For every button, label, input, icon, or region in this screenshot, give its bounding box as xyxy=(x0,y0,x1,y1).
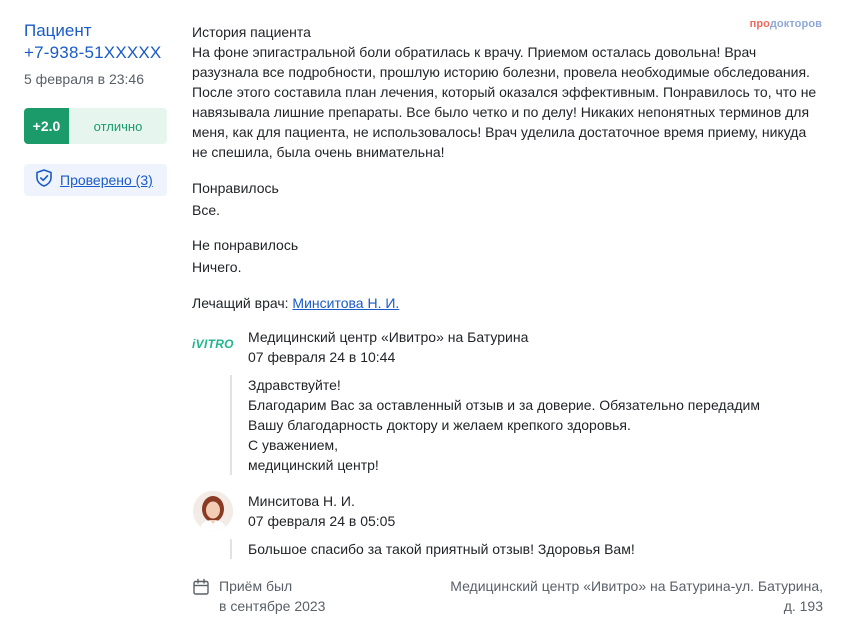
clinic-reply: iVITRO Медицинский центр «Ивитро» на Бат… xyxy=(192,327,822,475)
disliked-title: Не понравилось xyxy=(192,237,299,253)
clinic-reply-line: Благодарим Вас за оставленный отзыв и за… xyxy=(248,397,761,413)
disliked-section: Не понравилось Ничего. xyxy=(192,235,822,277)
rating-badge: +2.0 отлично xyxy=(24,108,167,144)
clinic-reply-line: медицинский центр! xyxy=(248,457,379,473)
clinic-reply-date: 07 февраля 24 в 10:44 xyxy=(248,349,396,365)
clinic-reply-line: С уважением, xyxy=(248,437,339,453)
liked-section: Понравилось Все. xyxy=(192,178,822,220)
doctor-reply: Минситова Н. И. 07 февраля 24 в 05:05 Бо… xyxy=(192,491,822,559)
clinic-reply-header: Медицинский центр «Ивитро» на Батурина 0… xyxy=(248,327,822,367)
visit-line-1: Приём был xyxy=(219,578,293,594)
visit-info: Приём был в сентябре 2023 xyxy=(192,576,325,616)
address-line-1: Медицинский центр «Ивитро» на Батурина-у… xyxy=(450,578,823,594)
clinic-reply-line: Вашу благодарность доктору и желаем креп… xyxy=(248,417,631,433)
visit-date: Приём был в сентябре 2023 xyxy=(219,576,325,616)
liked-text: Все. xyxy=(192,202,221,218)
clinic-address: Медицинский центр «Ивитро» на Батурина-у… xyxy=(413,576,823,616)
story-title: История пациента xyxy=(192,24,311,40)
story-text: На фоне эпигастральной боли обратилась к… xyxy=(192,44,817,160)
review-date: 5 февраля в 23:46 xyxy=(24,71,144,87)
patient-name[interactable]: Пациент xyxy=(24,20,174,42)
doctor-reply-header: Минситова Н. И. 07 февраля 24 в 05:05 xyxy=(248,491,822,531)
ivitro-logo: iVITRO xyxy=(192,337,234,351)
review-content: История пациента На фоне эпигастральной … xyxy=(192,22,822,559)
rating-label: отлично xyxy=(69,108,167,144)
attending-doctor-link[interactable]: Минситова Н. И. xyxy=(292,295,399,311)
liked-title: Понравилось xyxy=(192,180,279,196)
attending-doctor: Лечащий врач: Минситова Н. И. xyxy=(192,293,822,313)
doctor-reply-name: Минситова Н. И. xyxy=(248,493,355,509)
review-footer: Приём был в сентябре 2023 Медицинский це… xyxy=(192,576,823,618)
clinic-reply-body: Здравствуйте! Благодарим Вас за оставлен… xyxy=(230,375,822,475)
shield-check-icon xyxy=(34,168,54,193)
clinic-reply-org: Медицинский центр «Ивитро» на Батурина xyxy=(248,329,529,345)
calendar-icon xyxy=(192,576,210,616)
disliked-text: Ничего. xyxy=(192,259,242,275)
clinic-reply-line: Здравствуйте! xyxy=(248,377,341,393)
patient-sidebar: Пациент +7-938-51XXXXX 5 февраля в 23:46… xyxy=(24,20,174,196)
rating-score: +2.0 xyxy=(24,108,69,144)
patient-phone[interactable]: +7-938-51XXXXX xyxy=(24,42,174,64)
doctor-reply-date: 07 февраля 24 в 05:05 xyxy=(248,513,396,529)
doctor-reply-body: Большое спасибо за такой приятный отзыв!… xyxy=(230,539,822,559)
attending-doctor-label: Лечащий врач: xyxy=(192,295,289,311)
verified-button[interactable]: Проверено (3) xyxy=(24,164,167,196)
verified-label[interactable]: Проверено (3) xyxy=(60,172,153,188)
doctor-avatar[interactable] xyxy=(193,491,233,531)
visit-line-2: в сентябре 2023 xyxy=(219,598,326,614)
address-line-2: д. 193 xyxy=(783,598,823,614)
story-section: История пациента На фоне эпигастральной … xyxy=(192,22,822,162)
